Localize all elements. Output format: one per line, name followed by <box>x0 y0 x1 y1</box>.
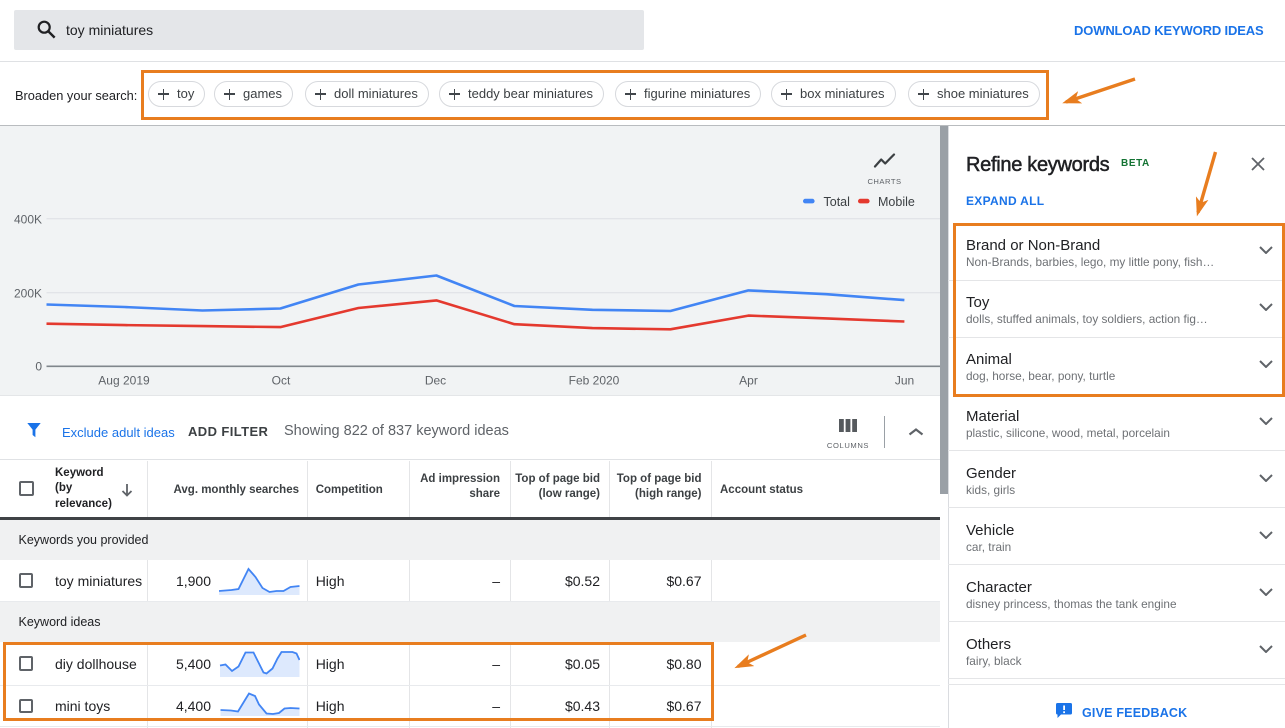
svg-text:200K: 200K <box>14 287 42 301</box>
svg-text:Feb 2020: Feb 2020 <box>569 374 620 388</box>
svg-text:Dec: Dec <box>425 374 446 388</box>
svg-text:Oct: Oct <box>272 374 291 388</box>
svg-text:400K: 400K <box>14 213 42 227</box>
svg-text:CHARTS: CHARTS <box>867 177 901 186</box>
svg-text:Mobile: Mobile <box>878 195 915 209</box>
svg-text:Jun: Jun <box>895 374 914 388</box>
svg-text:Apr: Apr <box>739 374 758 388</box>
svg-text:Aug 2019: Aug 2019 <box>98 374 150 388</box>
svg-text:Total: Total <box>824 195 850 209</box>
svg-text:0: 0 <box>35 360 42 374</box>
